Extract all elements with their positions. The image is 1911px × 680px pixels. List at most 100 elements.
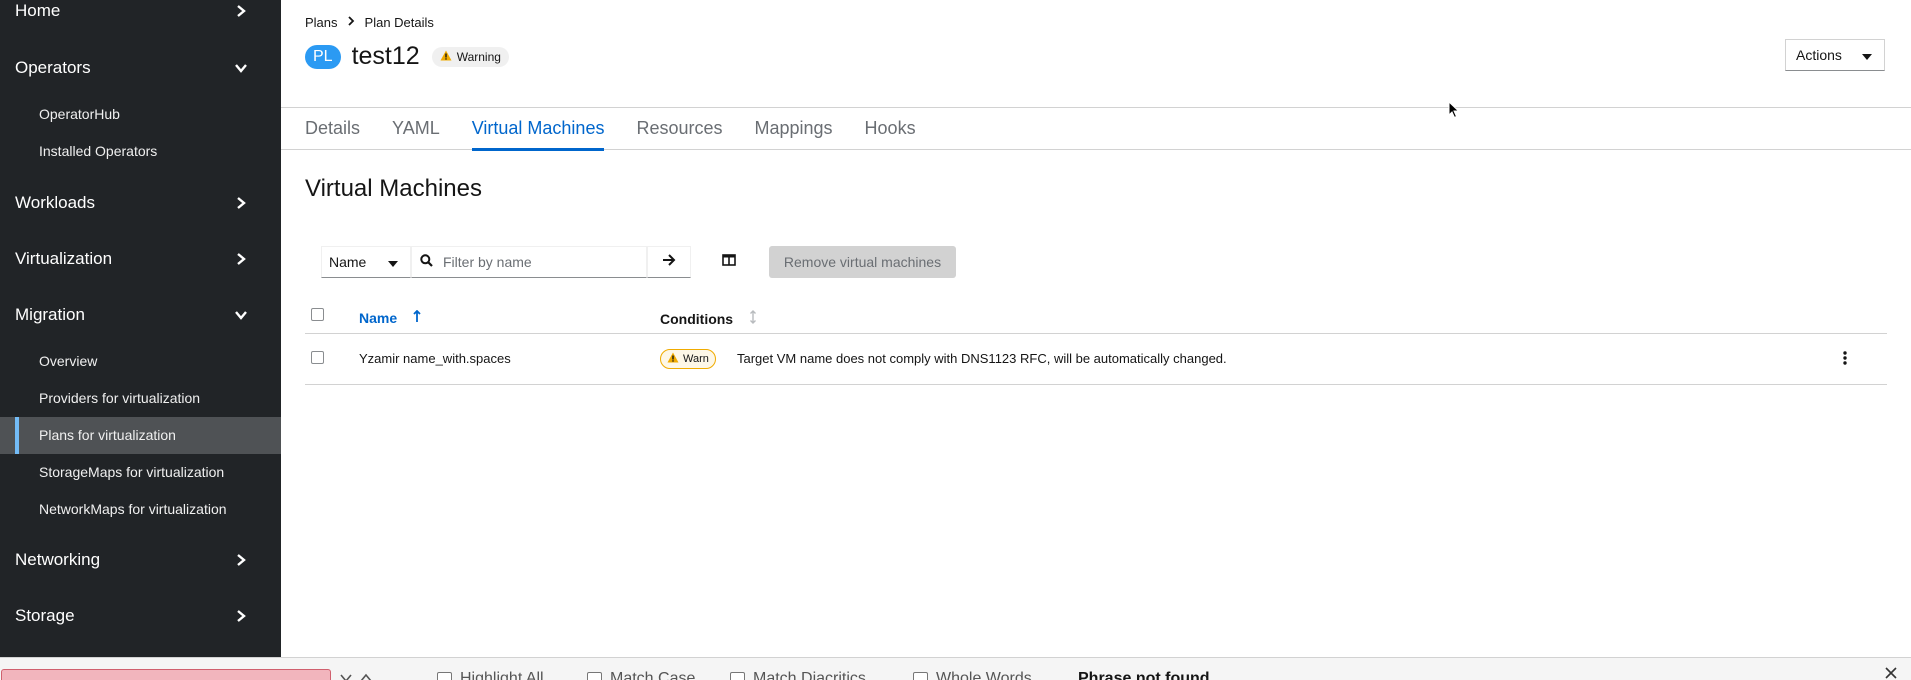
breadcrumb-current: Plan Details <box>364 15 434 30</box>
sidebar-item-providers[interactable]: Providers for virtualization <box>0 380 281 417</box>
find-input[interactable] <box>1 669 331 680</box>
row-checkbox[interactable] <box>311 351 324 364</box>
sidebar-item-label: Operators <box>15 58 91 77</box>
sidebar-item-label: Networking <box>15 550 101 569</box>
find-status: Phrase not found <box>1078 670 1210 680</box>
sort-asc-icon <box>413 309 421 326</box>
select-all-checkbox[interactable] <box>311 308 324 321</box>
search-submit-button[interactable] <box>647 246 691 278</box>
sidebar-item-overview[interactable]: Overview <box>0 343 281 380</box>
sidebar-item-networkmaps[interactable]: NetworkMaps for virtualization <box>0 491 281 528</box>
match-diacritics-option[interactable]: Match Diacritics <box>730 670 866 680</box>
table-header: Name Conditions <box>305 298 1887 334</box>
sidebar-item-workloads[interactable]: Workloads <box>0 175 281 231</box>
filter-type-select[interactable]: Name <box>321 246 411 278</box>
sidebar-item-plans[interactable]: Plans for virtualization <box>0 417 281 454</box>
chevron-right-icon <box>235 610 247 622</box>
chevron-right-icon <box>235 554 247 566</box>
columns-icon <box>722 253 736 271</box>
condition-badge: Warn <box>660 349 716 369</box>
sidebar-item-label: Virtualization <box>15 249 113 268</box>
sidebar-item-label: Migration <box>15 305 85 324</box>
sidebar-item-storagemaps[interactable]: StorageMaps for virtualization <box>0 454 281 491</box>
vm-table: Name Conditions Yzamir name_with.spaces … <box>305 298 1887 385</box>
sidebar-item-label: Home <box>15 1 61 20</box>
column-label: Name <box>359 310 398 326</box>
warning-icon <box>440 50 452 64</box>
tab-resources[interactable]: Resources <box>636 108 722 150</box>
highlight-all-checkbox[interactable] <box>437 671 452 680</box>
sidebar-item-operators[interactable]: Operators <box>0 40 281 96</box>
match-diacritics-checkbox[interactable] <box>730 671 745 680</box>
sidebar-item-migration[interactable]: Migration <box>0 287 281 343</box>
condition-message: Target VM name does not comply with DNS1… <box>737 351 1227 366</box>
tab-bar: Details YAML Virtual Machines Resources … <box>281 107 1911 151</box>
find-bar: Highlight All Match Case Match Diacritic… <box>0 657 1911 680</box>
sidebar-item-label: Storage <box>15 606 75 625</box>
chevron-down-icon <box>235 309 247 321</box>
option-label: Highlight All <box>460 670 544 680</box>
whole-words-option[interactable]: Whole Words <box>913 670 1032 680</box>
option-label: Match Diacritics <box>753 670 866 680</box>
search-box <box>411 246 647 278</box>
caret-down-icon <box>1862 47 1872 63</box>
table-row: Yzamir name_with.spaces Warn Target VM n… <box>305 334 1887 385</box>
sidebar-item-storage[interactable]: Storage <box>0 588 281 644</box>
arrow-up-icon <box>360 670 372 680</box>
tab-details[interactable]: Details <box>305 108 360 150</box>
breadcrumb: Plans Plan Details <box>305 15 434 30</box>
sidebar-item-installed-operators[interactable]: Installed Operators <box>0 133 281 170</box>
match-case-checkbox[interactable] <box>587 671 602 680</box>
kebab-menu-icon[interactable] <box>1843 351 1847 368</box>
condition-text: Warn <box>683 353 709 365</box>
sidebar-item-virtualization[interactable]: Virtualization <box>0 231 281 287</box>
chevron-right-icon <box>347 16 355 29</box>
chevron-right-icon <box>235 5 247 17</box>
whole-words-checkbox[interactable] <box>913 671 928 680</box>
search-icon <box>420 254 433 270</box>
arrow-down-icon <box>340 670 352 680</box>
tab-mappings[interactable]: Mappings <box>755 108 833 150</box>
column-header-conditions[interactable]: Conditions <box>660 310 757 327</box>
page-header: PL test12 Warning <box>305 42 509 71</box>
mouse-cursor-icon <box>1448 100 1460 124</box>
column-header-name[interactable]: Name <box>359 309 421 326</box>
caret-down-icon <box>388 254 398 270</box>
breadcrumb-plans-link[interactable]: Plans <box>305 15 338 30</box>
page-title: test12 <box>351 42 420 70</box>
filter-type-value: Name <box>329 254 367 270</box>
status-text: Warning <box>456 49 501 64</box>
option-label: Match Case <box>610 670 696 680</box>
sidebar-item-home[interactable]: Home <box>0 0 281 22</box>
main-content: Plans Plan Details PL test12 Warning Act… <box>281 0 1911 657</box>
tab-hooks[interactable]: Hooks <box>865 108 916 150</box>
resource-badge: PL <box>305 44 341 69</box>
vm-name: Yzamir name_with.spaces <box>359 351 511 366</box>
remove-vms-button[interactable]: Remove virtual machines <box>769 246 956 278</box>
toolbar: Name Remove virtual machines <box>321 246 956 278</box>
warning-icon <box>667 352 679 366</box>
sidebar-item-label: Workloads <box>15 193 95 212</box>
tab-virtual-machines[interactable]: Virtual Machines <box>471 108 604 151</box>
sidebar: Home Operators OperatorHub Installed Ope… <box>0 0 281 657</box>
actions-label: Actions <box>1796 47 1842 63</box>
search-input[interactable] <box>443 254 643 270</box>
option-label: Whole Words <box>936 670 1032 680</box>
highlight-all-option[interactable]: Highlight All <box>437 670 544 680</box>
column-label: Conditions <box>660 310 734 327</box>
chevron-down-icon <box>235 62 247 74</box>
status-badge: Warning <box>431 46 509 67</box>
arrow-right-icon <box>662 253 676 271</box>
section-title: Virtual Machines <box>305 175 482 202</box>
sidebar-item-networking[interactable]: Networking <box>0 532 281 588</box>
chevron-right-icon <box>235 197 247 209</box>
sort-icon <box>749 310 757 327</box>
tab-yaml[interactable]: YAML <box>392 108 440 150</box>
manage-columns-button[interactable] <box>713 246 745 278</box>
sidebar-item-operatorhub[interactable]: OperatorHub <box>0 96 281 133</box>
find-navigation-arrows[interactable] <box>340 670 372 680</box>
actions-dropdown[interactable]: Actions <box>1785 39 1885 71</box>
close-icon[interactable] <box>1885 666 1897 680</box>
match-case-option[interactable]: Match Case <box>587 670 695 680</box>
chevron-right-icon <box>235 253 247 265</box>
